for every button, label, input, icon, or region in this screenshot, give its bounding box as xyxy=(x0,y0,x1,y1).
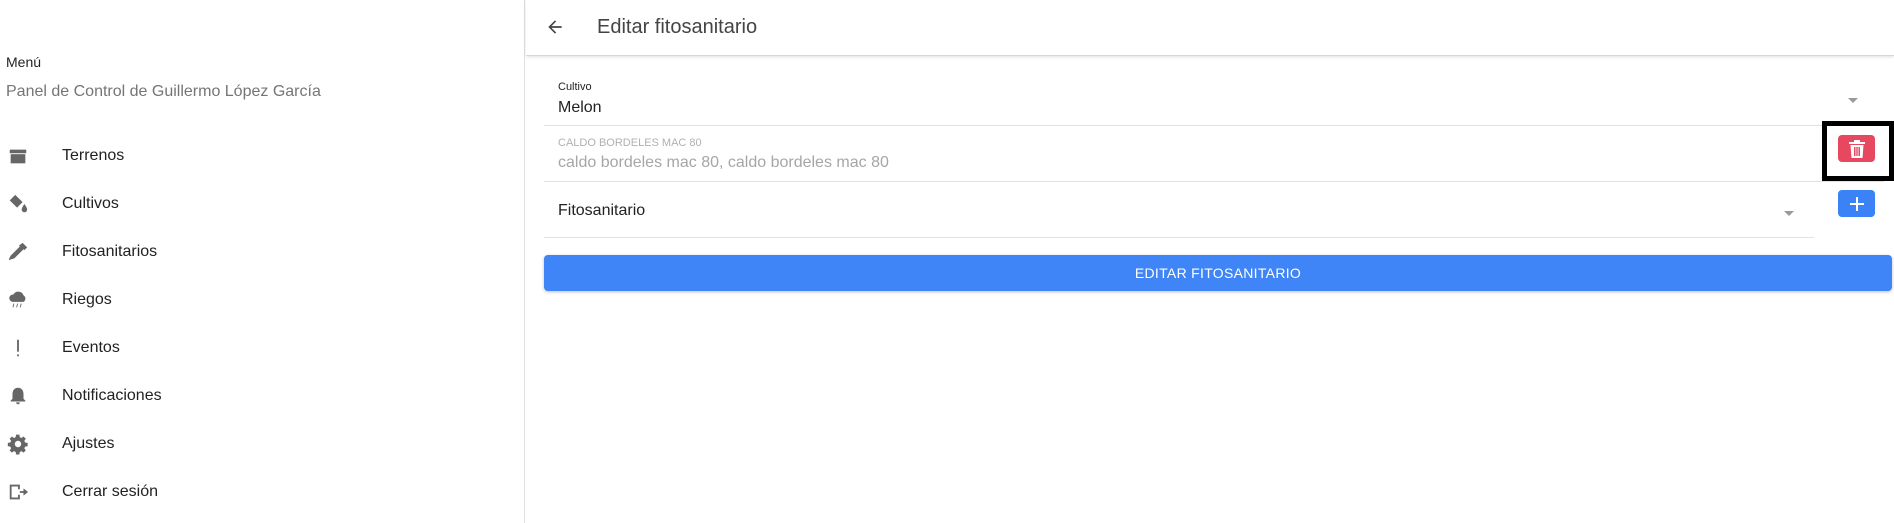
sidebar-item-riegos[interactable]: Riegos xyxy=(0,276,525,324)
highlight-box xyxy=(1822,121,1894,181)
cultivo-value: Melon xyxy=(558,99,602,116)
chevron-down-icon xyxy=(1784,211,1794,216)
sidebar-item-ajustes[interactable]: Ajustes xyxy=(0,420,525,468)
sidebar-item-label: Ajustes xyxy=(62,435,115,452)
rain-cloud-icon xyxy=(6,288,30,312)
eyedropper-icon xyxy=(6,240,30,264)
logout-icon xyxy=(6,480,30,504)
sidebar-item-notificaciones[interactable]: Notificaciones xyxy=(0,372,525,420)
exclamation-icon xyxy=(6,336,30,360)
fitosanitario-select[interactable]: Fitosanitario xyxy=(544,182,1814,238)
submit-button[interactable]: EDITAR FITOSANITARIO xyxy=(544,255,1892,291)
sidebar-item-cerrar-sesion[interactable]: Cerrar sesión xyxy=(0,468,525,516)
sidebar-item-label: Cultivos xyxy=(62,195,119,212)
caldo-field: CALDO BORDELES MAC 80 caldo bordeles mac… xyxy=(544,126,1884,182)
gear-icon xyxy=(6,432,30,456)
chevron-down-icon xyxy=(1848,98,1858,103)
sidebar-item-label: Notificaciones xyxy=(62,387,162,404)
sidebar-item-eventos[interactable]: Eventos xyxy=(0,324,525,372)
sidebar-item-cultivos[interactable]: Cultivos xyxy=(0,180,525,228)
bell-icon xyxy=(6,384,30,408)
sidebar: Menú Panel de Control de Guillermo López… xyxy=(0,0,525,523)
arrow-left-icon xyxy=(548,20,562,34)
sidebar-item-label: Eventos xyxy=(62,339,120,356)
nav-list: Terrenos Cultivos Fitosanitarios Riegos … xyxy=(0,132,525,516)
add-fitosanitario-button[interactable] xyxy=(1838,190,1875,217)
paint-bucket-icon xyxy=(6,192,30,216)
page-title: Editar fitosanitario xyxy=(597,16,758,38)
box-icon xyxy=(6,144,30,168)
app-header: Editar fitosanitario xyxy=(526,0,1894,56)
menu-title: Menú xyxy=(6,54,42,70)
panel-subtitle: Panel de Control de Guillermo López Garc… xyxy=(6,83,321,100)
sidebar-item-fitosanitarios[interactable]: Fitosanitarios xyxy=(0,228,525,276)
back-button[interactable] xyxy=(542,14,568,40)
cultivo-select[interactable]: Cultivo Melon xyxy=(544,56,1884,126)
delete-button[interactable] xyxy=(1838,135,1875,162)
sidebar-item-label: Cerrar sesión xyxy=(62,483,159,500)
sidebar-item-terrenos[interactable]: Terrenos xyxy=(0,132,525,180)
trash-icon xyxy=(1848,139,1865,158)
caldo-value: caldo bordeles mac 80, caldo bordeles ma… xyxy=(558,154,889,171)
caldo-label: CALDO BORDELES MAC 80 xyxy=(558,137,702,149)
cultivo-label: Cultivo xyxy=(558,81,592,93)
sidebar-item-label: Terrenos xyxy=(62,147,125,164)
fitosanitario-placeholder: Fitosanitario xyxy=(558,202,646,219)
plus-icon xyxy=(1849,196,1864,211)
sidebar-item-label: Fitosanitarios xyxy=(62,243,158,260)
sidebar-item-label: Riegos xyxy=(62,291,112,308)
